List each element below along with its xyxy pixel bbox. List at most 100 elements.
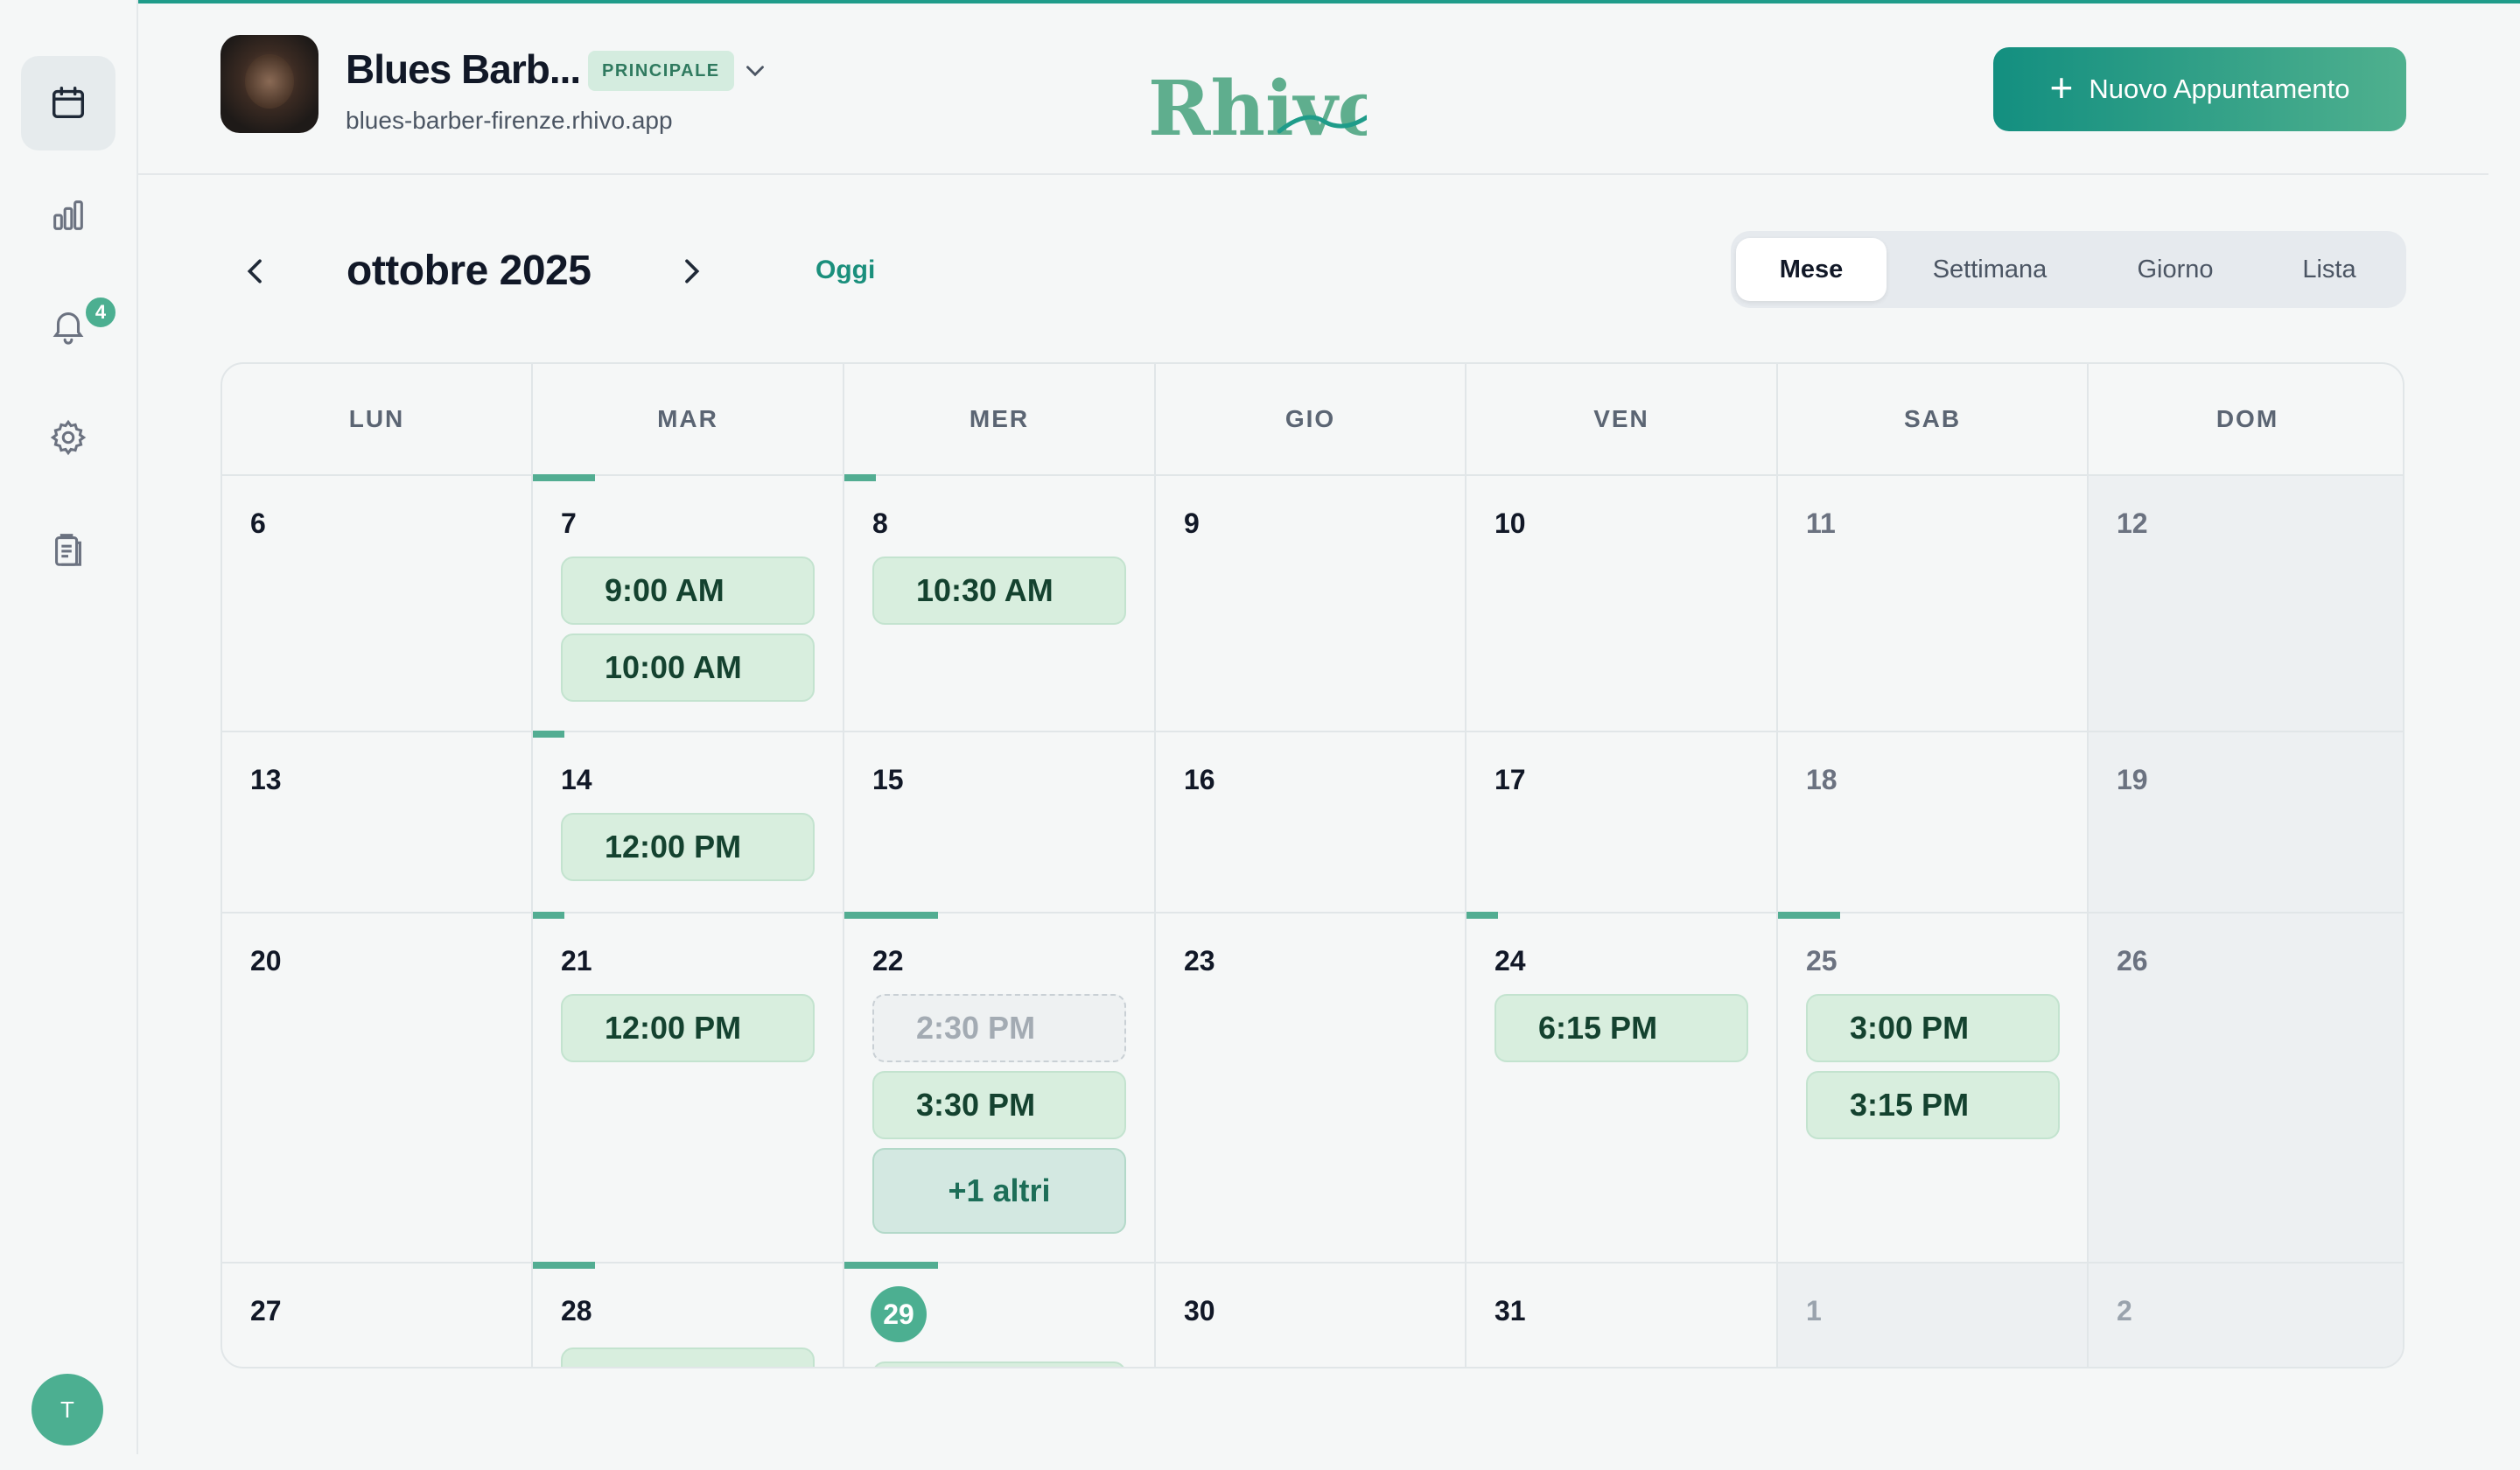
day-cell[interactable]: 8 10:30 AM (844, 474, 1156, 732)
new-appointment-button[interactable]: + Nuovo Appuntamento (1993, 47, 2406, 131)
view-day-tab[interactable]: Giorno (2093, 238, 2258, 301)
day-number: 31 (1494, 1295, 1526, 1326)
day-cell[interactable]: 25 3:00 PM 3:15 PM (1778, 912, 2089, 1264)
day-cell[interactable]: 23 (1156, 914, 1466, 1264)
cancelled-appointment-chip[interactable]: 2:30 PM (872, 994, 1126, 1062)
sidebar-item-settings[interactable] (21, 390, 116, 485)
gear-icon (50, 419, 87, 456)
day-cell[interactable]: 31 (1466, 1264, 1778, 1367)
today-button[interactable]: Oggi (816, 256, 875, 285)
day-cell[interactable]: 22 2:30 PM 3:30 PM +1 altri (844, 912, 1156, 1264)
sidebar-item-calendar[interactable] (21, 56, 116, 150)
user-avatar[interactable]: T (32, 1374, 103, 1446)
occupancy-bar (844, 474, 876, 481)
more-appointments-button[interactable]: +1 altri (872, 1148, 1126, 1234)
day-cell[interactable]: 15 (844, 732, 1156, 914)
sidebar: 4 T (0, 0, 138, 1454)
day-cell[interactable]: 19 (2089, 732, 2403, 914)
shop-url: blues-barber-firenze.rhivo.app (346, 107, 673, 134)
day-cell[interactable]: 21 12:00 PM (533, 912, 844, 1264)
weekday-header: LUN (222, 364, 533, 476)
day-number: 14 (561, 764, 592, 795)
appointment-chip-partial[interactable] (561, 1348, 815, 1367)
day-number: 30 (1184, 1295, 1215, 1326)
appointment-chip[interactable]: 6:15 PM (1494, 994, 1748, 1062)
day-number: 11 (1806, 508, 1836, 539)
weekday-header: SAB (1778, 364, 2089, 476)
clipboard-icon (55, 534, 81, 566)
top-header: Blues Barb... PRINCIPALE blues-barber-fi… (138, 0, 2488, 175)
day-cell[interactable]: 13 (222, 732, 533, 914)
shop-avatar[interactable] (220, 35, 318, 133)
new-appointment-label: Nuovo Appuntamento (2089, 74, 2350, 104)
principal-badge: PRINCIPALE (588, 51, 734, 91)
appointment-chip[interactable]: 10:30 AM (872, 556, 1126, 625)
appointment-chip[interactable]: 10:00 AM (561, 634, 815, 702)
next-month-button[interactable] (674, 254, 709, 289)
day-cell[interactable]: 29 (844, 1262, 1156, 1367)
day-cell[interactable]: 24 6:15 PM (1466, 912, 1778, 1264)
day-cell[interactable]: 26 (2089, 914, 2403, 1264)
day-cell[interactable]: 20 (222, 914, 533, 1264)
shop-name[interactable]: Blues Barb... (346, 46, 581, 93)
day-cell[interactable]: 9 (1156, 476, 1466, 732)
occupancy-bar (844, 1262, 938, 1269)
logo-text: Rhivo (1148, 65, 1367, 145)
month-title: ottobre 2025 (346, 248, 592, 294)
day-number: 20 (250, 945, 282, 976)
occupancy-bar (533, 912, 564, 919)
appointment-chip[interactable]: 3:15 PM (1806, 1071, 2060, 1139)
day-number: 27 (250, 1295, 282, 1326)
day-number: 8 (872, 508, 888, 539)
weekday-header: VEN (1466, 364, 1778, 476)
day-number: 17 (1494, 764, 1526, 795)
view-month-tab[interactable]: Mese (1736, 238, 1886, 301)
day-cell[interactable]: 27 (222, 1264, 533, 1367)
view-switcher: Mese Settimana Giorno Lista (1731, 231, 2406, 308)
day-number: 22 (872, 945, 904, 976)
appointment-chip[interactable]: 9:00 AM (561, 556, 815, 625)
day-number: 9 (1184, 508, 1200, 539)
day-number: 21 (561, 945, 592, 976)
occupancy-bar (844, 912, 938, 919)
day-cell[interactable]: 1 (1778, 1264, 2089, 1367)
day-number: 26 (2117, 945, 2148, 976)
day-cell[interactable]: 17 (1466, 732, 1778, 914)
sidebar-item-analytics[interactable] (21, 168, 116, 262)
day-cell[interactable]: 30 (1156, 1264, 1466, 1367)
appointment-chip[interactable]: 12:00 PM (561, 994, 815, 1062)
day-cell[interactable]: 2 (2089, 1264, 2403, 1367)
day-cell[interactable]: 16 (1156, 732, 1466, 914)
day-cell[interactable]: 14 12:00 PM (533, 731, 844, 914)
sidebar-item-reports[interactable] (21, 502, 116, 597)
view-list-tab[interactable]: Lista (2258, 238, 2401, 301)
appointment-chip-partial[interactable] (872, 1362, 1126, 1367)
appointment-chip[interactable]: 12:00 PM (561, 813, 815, 881)
day-number: 24 (1494, 945, 1526, 976)
sidebar-item-notifications[interactable]: 4 (21, 278, 119, 373)
weekday-header: MER (844, 364, 1156, 476)
occupancy-bar (533, 731, 564, 738)
view-week-tab[interactable]: Settimana (1886, 238, 2093, 301)
day-number: 15 (872, 764, 904, 795)
day-number: 23 (1184, 945, 1215, 976)
bar-chart-icon (53, 200, 83, 230)
day-cell[interactable]: 6 (222, 476, 533, 732)
appointment-chip[interactable]: 3:00 PM (1806, 994, 2060, 1062)
day-cell[interactable]: 18 (1778, 732, 2089, 914)
day-cell[interactable]: 7 9:00 AM 10:00 AM (533, 474, 844, 732)
appointment-chip[interactable]: 3:30 PM (872, 1071, 1126, 1139)
occupancy-bar (1778, 912, 1840, 919)
day-number: 13 (250, 764, 282, 795)
occupancy-bar (533, 474, 595, 481)
day-cell[interactable]: 10 (1466, 476, 1778, 732)
previous-month-button[interactable] (238, 254, 273, 289)
day-number: 25 (1806, 945, 1838, 976)
day-cell[interactable]: 11 (1778, 476, 2089, 732)
day-number: 12 (2117, 508, 2148, 539)
day-number: 2 (2117, 1295, 2132, 1326)
day-cell[interactable]: 28 (533, 1262, 844, 1367)
chevron-down-icon[interactable] (740, 56, 770, 86)
day-number: 28 (561, 1295, 592, 1326)
day-cell[interactable]: 12 (2089, 476, 2403, 732)
